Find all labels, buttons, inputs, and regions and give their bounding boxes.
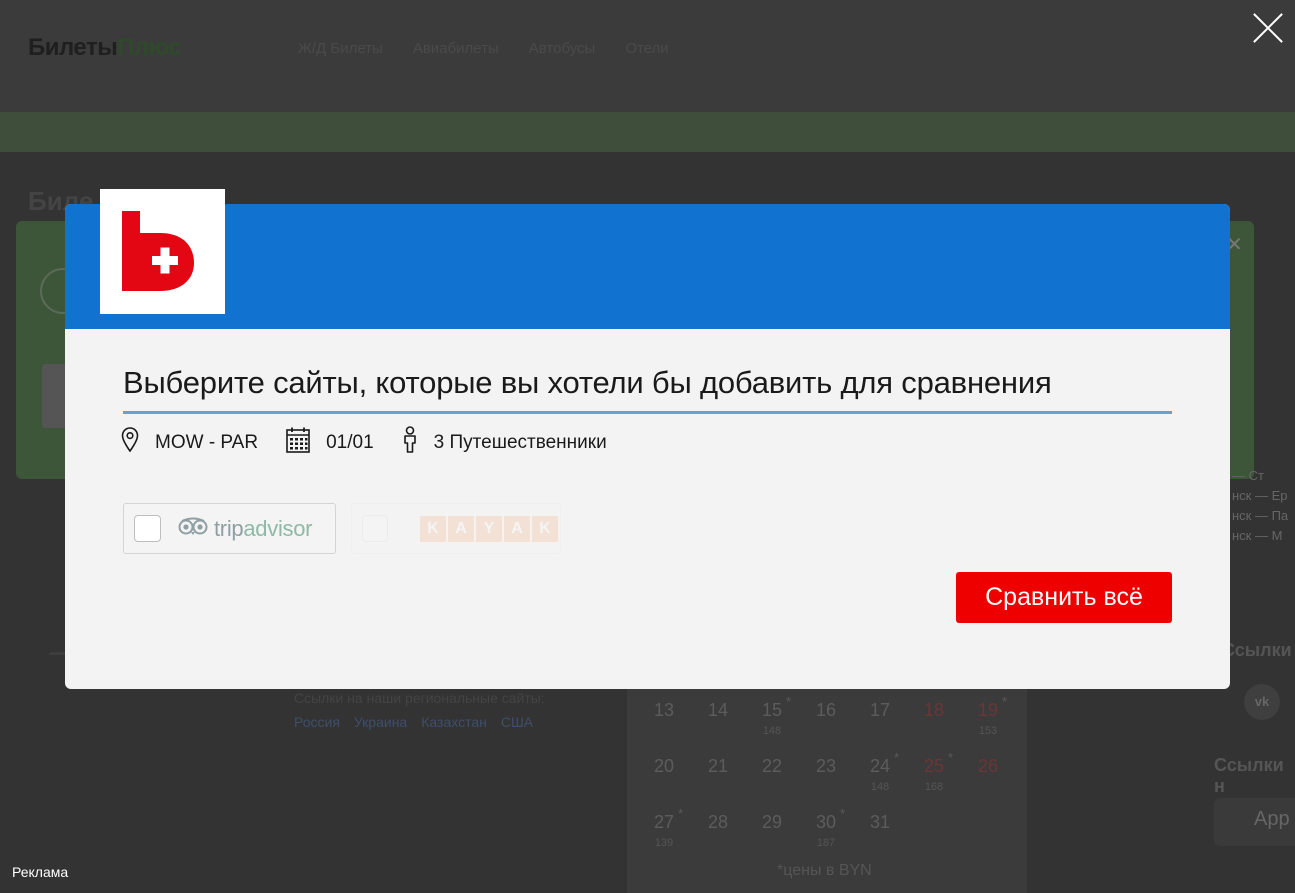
calendar-day[interactable]: 13: [637, 700, 691, 756]
calendar-day-number: 15 *: [761, 694, 792, 720]
compare-all-button[interactable]: Сравнить всё: [956, 572, 1172, 623]
regional-links: Россия Украина Казахстан США: [294, 714, 533, 730]
calendar-day-number: 21: [707, 756, 729, 776]
nav-item-buses[interactable]: Автобусы: [529, 40, 596, 57]
calendar-day-number: 31: [869, 812, 891, 832]
calendar-icon: [286, 427, 310, 459]
calendar-day[interactable]: 16: [799, 700, 853, 756]
calendar-price: 187: [816, 837, 836, 849]
traveler-icon: [402, 426, 418, 460]
calendar-day-number: 17: [869, 700, 891, 720]
nav-item-flights[interactable]: Авиабилеты: [413, 40, 499, 57]
vk-icon[interactable]: vk: [1244, 684, 1280, 720]
date-text: 01/01: [326, 432, 374, 453]
calendar-day[interactable]: 22: [745, 756, 799, 812]
calendar-day[interactable]: 15 * 148: [745, 694, 799, 756]
site-logo[interactable]: БилетыПлюс: [28, 34, 182, 62]
calendar-day-number: 13: [653, 700, 675, 720]
tripadvisor-wordmark: tripadvisor: [214, 515, 313, 541]
price-marker: *: [893, 750, 900, 765]
route-link[interactable]: — Ст: [1232, 466, 1288, 486]
calendar-day[interactable]: 21: [691, 756, 745, 812]
price-marker: *: [677, 806, 684, 821]
calendar-day-number: 29: [761, 812, 783, 832]
kayak-logo: KAYAK: [420, 515, 560, 542]
calendar-day[interactable]: 19 * 153: [961, 694, 1015, 756]
calendar-day-number: 22: [761, 756, 783, 776]
calendar-day[interactable]: 27 * 139: [637, 806, 691, 868]
price-marker: *: [1001, 694, 1008, 709]
travelers-text: 3 Путешественники: [433, 432, 607, 453]
travelers-segment: 3 Путешественники: [402, 426, 607, 460]
route-segment: MOW - PAR: [121, 427, 258, 459]
calendar-day[interactable]: 14: [691, 700, 745, 756]
modal-title: Выберите сайты, которые вы хотели бы доб…: [123, 365, 1052, 400]
price-marker: *: [947, 750, 954, 765]
tripadvisor-owl-icon: [178, 517, 208, 540]
trip-summary: MOW - PAR 01/01 3 Путешественники: [121, 426, 635, 460]
compare-modal: Выберите сайты, которые вы хотели бы доб…: [65, 204, 1230, 689]
nav-item-hotels[interactable]: Отели: [625, 40, 668, 57]
route-link[interactable]: нск — М: [1232, 526, 1288, 546]
calendar-price: 153: [978, 725, 998, 737]
tripadvisor-logo: tripadvisor: [178, 515, 313, 542]
calendar-price: 148: [762, 725, 782, 737]
calendar-day[interactable]: 28: [691, 812, 745, 868]
regional-link-russia[interactable]: Россия: [294, 714, 340, 730]
provider-kayak[interactable]: KAYAK: [351, 503, 561, 554]
popular-routes: — Ст нск — Ер нск — Па нск — М: [1232, 466, 1288, 546]
calendar-day-number: 18: [923, 700, 945, 720]
calendar-price: 148: [870, 781, 890, 793]
calendar-day-number: 28: [707, 812, 729, 832]
calendar-day[interactable]: 26: [961, 756, 1015, 812]
calendar-day[interactable]: 17: [853, 700, 907, 756]
route-link[interactable]: нск — Ер: [1232, 486, 1288, 506]
modal-header: [65, 204, 1230, 329]
calendar-day[interactable]: 24 * 148: [853, 750, 907, 812]
calendar-day-number: 19 *: [977, 694, 1008, 720]
close-icon[interactable]: [1252, 12, 1284, 44]
calendar-day-number: 16: [815, 700, 837, 720]
calendar-day[interactable]: 23: [799, 756, 853, 812]
route-link[interactable]: нск — Па: [1232, 506, 1288, 526]
provider-tripadvisor[interactable]: tripadvisor: [123, 503, 336, 554]
calendar-day[interactable]: 20: [637, 756, 691, 812]
calendar-day-number: 27 *: [653, 806, 684, 832]
tripadvisor-checkbox[interactable]: [134, 515, 161, 542]
links-title: Ссылки: [1222, 640, 1292, 660]
route-text: MOW - PAR: [155, 432, 259, 453]
links-title-apps: Ссылки н: [1214, 755, 1284, 796]
calendar-day[interactable]: 29: [745, 812, 799, 868]
calendar-day-number: 24 *: [869, 750, 900, 776]
calendar-day-number: 26: [977, 756, 999, 776]
calendar-day[interactable]: 25 * 168: [907, 750, 961, 812]
calendar-day-number: 25 *: [923, 750, 954, 776]
kayak-checkbox[interactable]: [362, 515, 388, 542]
map-pin-icon: [121, 427, 139, 459]
calendar-price: 139: [654, 837, 674, 849]
ad-label: Реклама: [12, 864, 69, 880]
header-strip: [0, 112, 1295, 152]
site-nav: Ж/Д Билеты Авиабилеты Автобусы Отели: [298, 40, 669, 57]
date-segment: 01/01: [286, 427, 374, 459]
calendar-price: 168: [924, 781, 944, 793]
price-marker: *: [785, 694, 792, 709]
regional-link-ukraine[interactable]: Украина: [354, 714, 407, 730]
calendar-day[interactable]: 18: [907, 700, 961, 756]
modal-title-wrap: Выберите сайты, которые вы хотели бы доб…: [123, 362, 1172, 414]
calendar-day-number: 30 *: [815, 806, 846, 832]
brand-logo: [100, 189, 225, 314]
appstore-badge[interactable]: App: [1214, 798, 1295, 846]
calendar-day-number: 14: [707, 700, 729, 720]
price-marker: *: [839, 806, 846, 821]
calendar-day[interactable]: 30 * 187: [799, 806, 853, 868]
calendar-day-number: 23: [815, 756, 837, 776]
regional-link-kazakhstan[interactable]: Казахстан: [421, 714, 487, 730]
calendar-day[interactable]: 31: [853, 812, 907, 868]
regional-link-usa[interactable]: США: [501, 714, 533, 730]
regional-text: Ссылки на наши региональные сайты:: [294, 690, 545, 706]
nav-item-train[interactable]: Ж/Д Билеты: [298, 40, 383, 57]
calendar-day-number: 20: [653, 756, 675, 776]
